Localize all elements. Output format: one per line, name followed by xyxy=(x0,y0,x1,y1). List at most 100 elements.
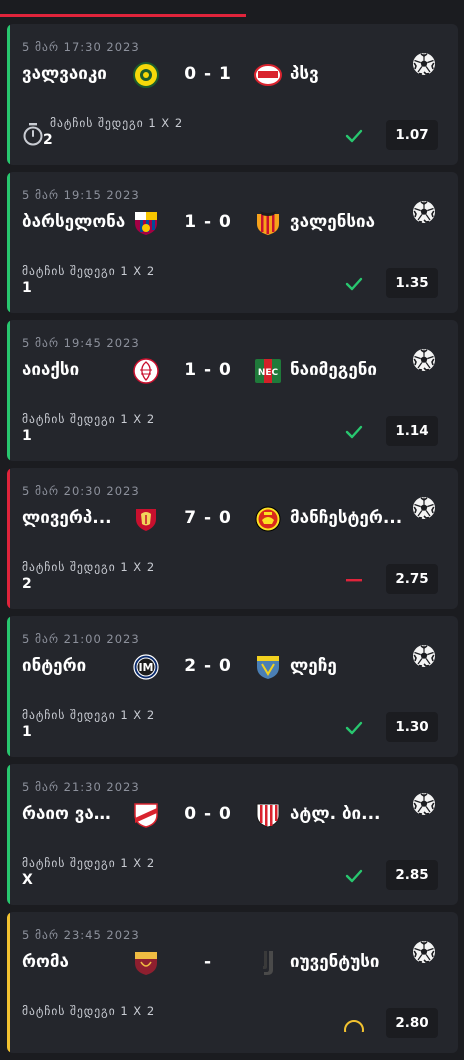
soccer-ball-icon xyxy=(412,496,436,520)
market-label: მატჩის შედეგი 1 X 2 xyxy=(22,264,156,278)
market-row: მატჩის შედეგი 1 X 2 2.80 xyxy=(22,1004,442,1044)
market-label: მატჩის შედეგი 1 X 2 xyxy=(22,856,156,870)
home-team-name: ბარსელონა xyxy=(22,212,126,232)
athletic-bilbao-logo xyxy=(254,802,282,828)
manchester-united-logo xyxy=(254,506,282,532)
check-icon xyxy=(344,128,364,144)
stopwatch-icon xyxy=(22,122,44,146)
odds-value[interactable]: 2.80 xyxy=(386,1008,438,1038)
match-score: 7 - 0 xyxy=(184,508,232,528)
psv-logo xyxy=(254,62,282,88)
home-team-name: ინტერი xyxy=(22,656,87,676)
bet-card[interactable]: 5 მარ 19:45 2023 აიაქსი 1 - 0 NEC ნაიმეგ… xyxy=(7,320,458,461)
dash-icon xyxy=(344,572,364,588)
away-team-name: ნაიმეგენი xyxy=(290,360,377,380)
match-datetime: 5 მარ 21:30 2023 xyxy=(22,780,140,794)
juventus-logo xyxy=(254,950,282,976)
match-score: 0 - 0 xyxy=(184,804,232,824)
roma-logo xyxy=(132,950,160,976)
match-datetime: 5 მარ 20:30 2023 xyxy=(22,484,140,498)
bet-card[interactable]: 5 მარ 21:00 2023 ინტერი IM 2 - 0 ლეჩე მა… xyxy=(7,616,458,757)
match-teams: აიაქსი 1 - 0 NEC ნაიმეგენი xyxy=(22,358,412,384)
status-edge xyxy=(7,616,10,757)
match-teams: ბარსელონა 1 - 0 ვალენსია xyxy=(22,210,412,236)
away-team-name: იუვენტუსი xyxy=(290,952,380,972)
soccer-ball-icon xyxy=(412,52,436,76)
away-team-name: ლეჩე xyxy=(290,656,337,676)
match-datetime: 5 მარ 23:45 2023 xyxy=(22,928,140,942)
market-row: მატჩის შედეგი 1 X 2 1 1.14 xyxy=(22,412,442,452)
match-score: 1 - 0 xyxy=(184,212,232,232)
odds-value[interactable]: 1.30 xyxy=(386,712,438,742)
away-team-name: პსვ xyxy=(290,64,319,84)
status-edge xyxy=(7,764,10,905)
liverpool-logo xyxy=(132,506,160,532)
home-team-name: რომა xyxy=(22,952,69,972)
market-label: მატჩის შედეგი 1 X 2 xyxy=(22,560,156,574)
selected-outcome: 2 xyxy=(22,576,32,592)
status-edge xyxy=(7,24,10,165)
selected-outcome: 1 xyxy=(22,724,32,740)
match-score: 2 - 0 xyxy=(184,656,232,676)
bet-card[interactable]: 5 მარ 19:15 2023 ბარსელონა 1 - 0 ვალენსი… xyxy=(7,172,458,313)
rkc-waalwijk-logo xyxy=(132,62,160,88)
status-edge xyxy=(7,320,10,461)
bet-card[interactable]: 5 მარ 23:45 2023 რომა - იუვენტუსი მატჩის… xyxy=(7,912,458,1053)
market-row: მატჩის შედეგი 1 X 2 X 2.85 xyxy=(22,856,442,896)
selected-outcome: 1 xyxy=(22,428,32,444)
match-datetime: 5 მარ 19:15 2023 xyxy=(22,188,140,202)
market-label: მატჩის შედეგი 1 X 2 xyxy=(22,1004,156,1018)
match-score: 0 - 1 xyxy=(184,64,232,84)
match-datetime: 5 მარ 17:30 2023 xyxy=(22,40,140,54)
progress-track xyxy=(0,0,464,18)
bet-card[interactable]: 5 მარ 17:30 2023 ვალვაიკი 0 - 1 პსვ მატჩ… xyxy=(7,24,458,165)
odds-value[interactable]: 1.35 xyxy=(386,268,438,298)
market-label: მატჩის შედეგი 1 X 2 xyxy=(22,708,156,722)
soccer-ball-icon xyxy=(412,200,436,224)
odds-value[interactable]: 1.07 xyxy=(386,120,438,150)
svg-text:IM: IM xyxy=(138,661,153,674)
bet-card[interactable]: 5 მარ 20:30 2023 ლივერპ... 7 - 0 მანჩესტ… xyxy=(7,468,458,609)
barcelona-logo xyxy=(132,210,160,236)
market-label: მატჩის შედეგი 1 X 2 xyxy=(22,412,156,426)
market-label: მატჩის შედეგი 1 X 2 xyxy=(50,116,184,130)
match-teams: ინტერი IM 2 - 0 ლეჩე xyxy=(22,654,412,680)
home-team-name: ლივერპ... xyxy=(22,508,112,528)
match-teams: ლივერპ... 7 - 0 მანჩესტერ... xyxy=(22,506,412,532)
lecce-logo xyxy=(254,654,282,680)
inter-logo: IM xyxy=(132,654,160,680)
check-icon xyxy=(344,868,364,884)
odds-value[interactable]: 1.14 xyxy=(386,416,438,446)
market-row: მატჩის შედეგი 1 X 2 1 1.30 xyxy=(22,708,442,748)
soccer-ball-icon xyxy=(412,792,436,816)
odds-value[interactable]: 2.75 xyxy=(386,564,438,594)
selected-outcome: 2 xyxy=(43,132,53,148)
home-team-name: რაიო ვალ... xyxy=(22,804,126,824)
match-score: 1 - 0 xyxy=(184,360,232,380)
market-row: მატჩის შედეგი 1 X 2 2 1.07 xyxy=(22,116,442,156)
bet-card[interactable]: 5 მარ 21:30 2023 რაიო ვალ... 0 - 0 ატლ. … xyxy=(7,764,458,905)
match-datetime: 5 მარ 19:45 2023 xyxy=(22,336,140,350)
match-datetime: 5 მარ 21:00 2023 xyxy=(22,632,140,646)
status-edge xyxy=(7,468,10,609)
match-teams: ვალვაიკი 0 - 1 პსვ xyxy=(22,62,412,88)
bet-list[interactable]: 5 მარ 17:30 2023 ვალვაიკი 0 - 1 პსვ მატჩ… xyxy=(7,24,458,1060)
soccer-ball-icon xyxy=(412,644,436,668)
rayo-vallecano-logo xyxy=(132,802,160,828)
soccer-ball-icon xyxy=(412,940,436,964)
progress-bar xyxy=(0,14,246,17)
check-icon xyxy=(344,720,364,736)
soccer-ball-icon xyxy=(412,348,436,372)
odds-value[interactable]: 2.85 xyxy=(386,860,438,890)
selected-outcome: X xyxy=(22,872,33,888)
valencia-logo xyxy=(254,210,282,236)
away-team-name: ვალენსია xyxy=(290,212,376,232)
ajax-logo xyxy=(132,358,160,384)
pending-icon xyxy=(344,1016,364,1040)
check-icon xyxy=(344,424,364,440)
selected-outcome: 1 xyxy=(22,280,32,296)
market-row: მატჩის შედეგი 1 X 2 1 1.35 xyxy=(22,264,442,304)
match-score: - xyxy=(203,952,213,972)
match-teams: რაიო ვალ... 0 - 0 ატლ. ბი... xyxy=(22,802,412,828)
check-icon xyxy=(344,276,364,292)
